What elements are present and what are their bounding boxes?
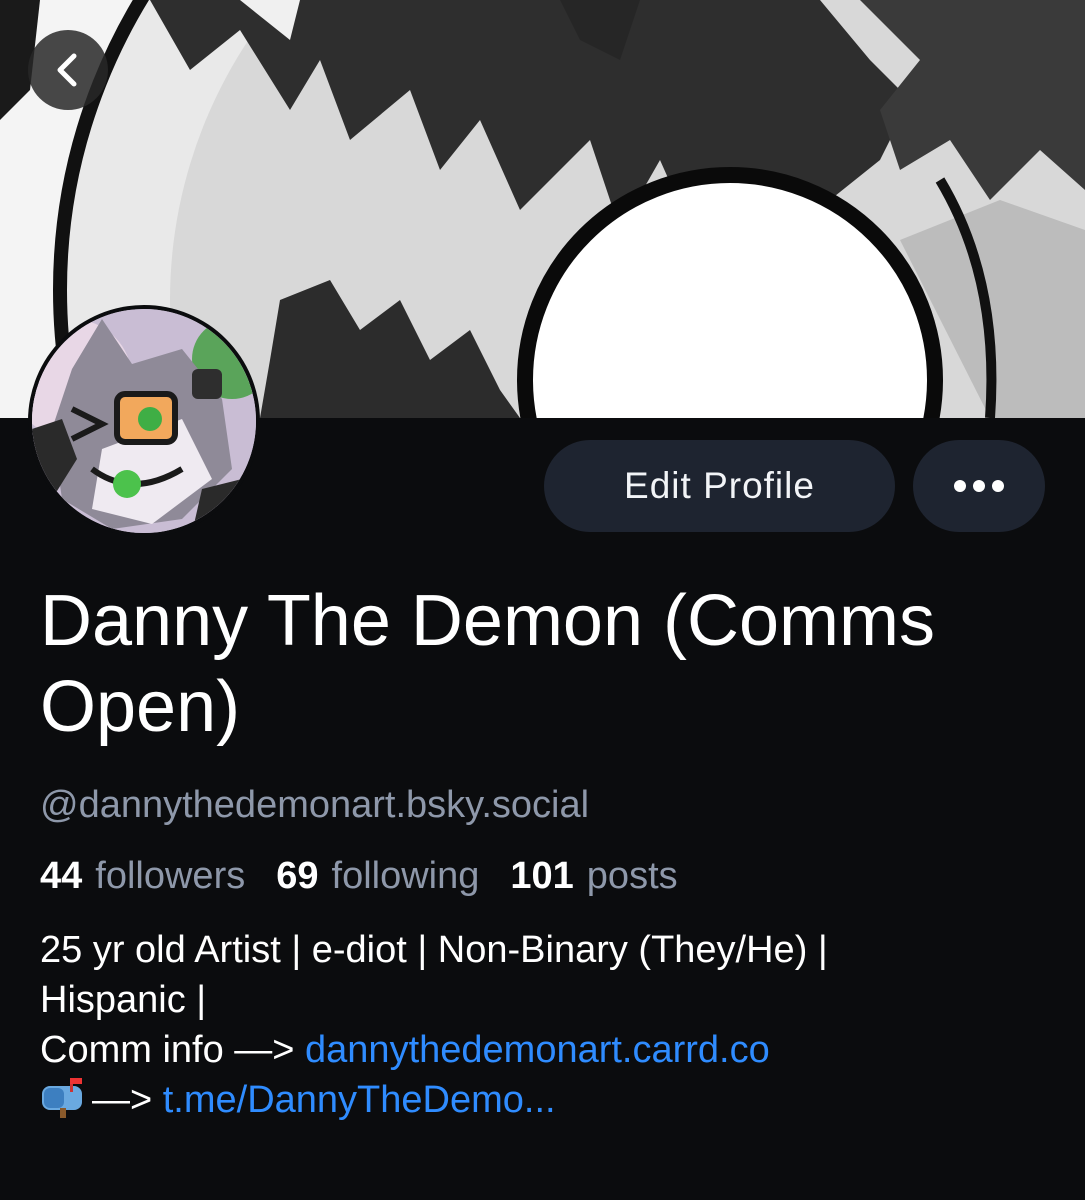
following-count: 69: [276, 855, 319, 897]
chevron-left-icon: [57, 53, 77, 87]
followers-count: 44: [40, 855, 83, 897]
telegram-link[interactable]: t.me/DannyTheDemo...: [163, 1079, 556, 1121]
bio-line: 25 yr old Artist | e-diot | Non-Binary (…: [40, 929, 828, 971]
profile-bio: 25 yr old Artist | e-diot | Non-Binary (…: [40, 925, 1060, 1125]
carrd-link[interactable]: dannythedemonart.carrd.co: [305, 1029, 770, 1071]
followers-label: followers: [95, 855, 246, 897]
posts-count: 101: [510, 855, 574, 897]
profile-page: Edit Profile Danny The Demon (Comms Open…: [0, 0, 1085, 1200]
ellipsis-icon: [954, 480, 1004, 492]
avatar-image: [32, 309, 256, 533]
bio-comm-info-label: Comm info —>: [40, 1029, 306, 1071]
edit-profile-button[interactable]: Edit Profile: [544, 440, 895, 532]
following-label: following: [331, 855, 480, 897]
posts-stat[interactable]: 101 posts: [510, 853, 677, 899]
bio-line: Hispanic |: [40, 979, 207, 1021]
more-options-button[interactable]: [913, 440, 1045, 532]
mailbox-icon: [40, 1078, 90, 1118]
following-stat[interactable]: 69 following: [276, 853, 479, 899]
back-button[interactable]: [28, 30, 108, 110]
profile-stats: 44 followers 69 following 101 posts: [40, 853, 678, 899]
profile-handle: @dannythedemonart.bsky.social: [40, 784, 590, 826]
bio-line: —> t.me/DannyTheDemo...: [40, 1075, 1060, 1125]
avatar[interactable]: [28, 305, 260, 537]
display-name: Danny The Demon (Comms Open): [40, 581, 935, 747]
followers-stat[interactable]: 44 followers: [40, 853, 245, 899]
bio-line: Comm info —> dannythedemonart.carrd.co: [40, 1025, 1060, 1075]
bio-telegram-arrow: —>: [92, 1079, 163, 1121]
posts-label: posts: [586, 855, 678, 897]
